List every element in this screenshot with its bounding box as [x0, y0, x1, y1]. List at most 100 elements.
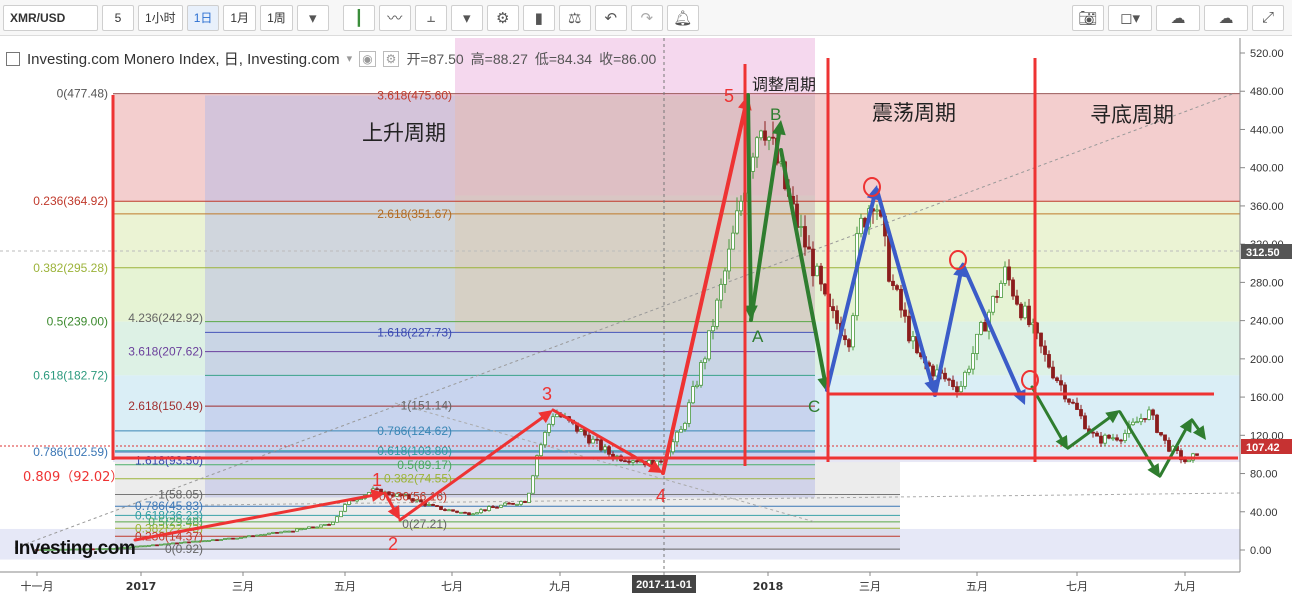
- candle-body: [691, 386, 695, 404]
- candle-body: [959, 385, 963, 393]
- x-tick-label-7: 2018: [753, 580, 784, 593]
- chevron-down-icon[interactable]: ▾: [296, 4, 329, 31]
- draw-dropdown-icon[interactable]: ▾: [450, 4, 483, 31]
- y-tick-label-9: 360.00: [1250, 201, 1284, 213]
- candle-body: [1011, 279, 1015, 297]
- alert-bell-icon[interactable]: 🔔︎: [666, 4, 699, 31]
- fullscreen-icon[interactable]: ⤢: [1252, 4, 1284, 31]
- candle-body: [259, 534, 263, 537]
- legend-dropdown-icon[interactable]: ▾: [347, 52, 353, 65]
- fib-small-label-2: 2.618(150.49): [128, 399, 203, 413]
- candle-body: [315, 526, 319, 529]
- candle-body: [135, 545, 139, 548]
- draw-tool-icon[interactable]: ⫠: [414, 4, 447, 31]
- investing-watermark: Investing.com: [14, 538, 136, 559]
- fib-mid-label-7: 0.382(74.55): [384, 472, 452, 486]
- candle-body: [631, 460, 635, 463]
- candle-body: [463, 511, 467, 514]
- candle-body: [955, 386, 959, 393]
- y-tick-label-10: 400.00: [1250, 163, 1284, 175]
- candle-body: [275, 531, 279, 534]
- candle-body: [675, 431, 679, 443]
- fib-left-label-2: 0.382(295.28): [33, 261, 108, 275]
- candle-body: [507, 502, 511, 505]
- candle-body: [1155, 414, 1159, 433]
- candle-body: [291, 530, 295, 533]
- candle-body: [503, 502, 507, 506]
- candle-body: [1195, 453, 1199, 456]
- compare-scale-icon[interactable]: ⚖: [558, 4, 591, 31]
- y-tick-label-2: 80.00: [1250, 469, 1278, 481]
- candle-body: [587, 434, 591, 444]
- color-picker-icon[interactable]: ◻▾: [1108, 4, 1152, 31]
- candle-body: [755, 137, 759, 158]
- candle-body: [279, 531, 283, 534]
- candle-body: [803, 226, 807, 248]
- redo-icon[interactable]: ↷: [630, 4, 663, 31]
- y-tick-label-4: 160.00: [1250, 392, 1284, 404]
- candle-body: [551, 416, 555, 425]
- candle-body: [911, 336, 915, 342]
- candle-body: [579, 429, 583, 432]
- interval-1h-button[interactable]: 1小时: [138, 4, 183, 31]
- candle-body: [967, 368, 971, 373]
- undo-icon[interactable]: ↶: [594, 4, 627, 31]
- interval-1w-button[interactable]: 1周: [260, 4, 293, 31]
- interval-1d-button[interactable]: 1日: [186, 4, 220, 31]
- fib-mid-label-4: 0.786(124.62): [377, 424, 452, 438]
- candle-body: [143, 545, 147, 548]
- fib-mid-label-1: 2.618(351.67): [377, 207, 452, 221]
- candle-body: [1099, 435, 1103, 444]
- chart-area[interactable]: 0(477.48) 0.236(364.92) 0.382(295.28) 0.5(2…: [0, 38, 1292, 596]
- candle-body: [763, 130, 767, 141]
- interval-1m-button[interactable]: 1月: [223, 4, 257, 31]
- cloud-download-icon[interactable]: ☁: [1156, 4, 1200, 31]
- legend-close: 收=86.00: [599, 50, 657, 67]
- fib-mid-label-5: 0.618(103.80): [377, 444, 452, 458]
- price-chart[interactable]: 0(477.48) 0.236(364.92) 0.382(295.28) 0.5(2…: [0, 38, 1292, 596]
- candle-body: [247, 535, 251, 538]
- y-tick-label-0: 0.00: [1250, 545, 1271, 557]
- candle-body: [511, 502, 515, 505]
- candle-body: [543, 432, 547, 446]
- candle-body: [479, 509, 483, 514]
- candle-body: [431, 504, 435, 506]
- wave-number-4: 4: [656, 486, 666, 506]
- indicator-line-icon[interactable]: 〰: [378, 4, 411, 31]
- studies-icon[interactable]: ▮: [522, 4, 555, 31]
- legend-eye-icon[interactable]: ◉: [359, 50, 376, 67]
- candle-body: [1027, 305, 1031, 326]
- candle-body: [1059, 380, 1063, 386]
- candle-body: [1043, 345, 1047, 355]
- legend-high: 高=88.27: [470, 50, 528, 67]
- cloud-upload-icon[interactable]: ☁: [1204, 4, 1248, 31]
- chart-toolbar: XMR/USD 5 1小时 1日 1月 1周 ▾ ┃ 〰 ⫠ ▾ ⚙ ▮ ⚖ ↶…: [0, 0, 1292, 36]
- candle-body: [735, 210, 739, 234]
- cycle-label-3: 寻底周期: [1090, 103, 1174, 127]
- candle-body: [523, 501, 527, 503]
- legend-low: 低=84.34: [534, 50, 593, 67]
- candle-body: [267, 532, 271, 535]
- candle-body: [703, 358, 707, 363]
- candle-body: [1151, 409, 1155, 416]
- candle-body: [451, 509, 455, 512]
- candle-body: [695, 384, 699, 387]
- candle-body: [447, 509, 451, 512]
- candles-icon[interactable]: ┃: [342, 4, 375, 31]
- interval-5-button[interactable]: 5: [102, 4, 134, 31]
- candle-body: [975, 333, 979, 354]
- fib-left-label-6: 0.809（92.02）: [23, 470, 123, 485]
- candle-body: [231, 537, 235, 540]
- candle-body: [1107, 434, 1111, 439]
- candle-body: [875, 209, 879, 212]
- candle-body: [1071, 401, 1075, 404]
- candle-body: [443, 509, 447, 511]
- settings-gear-icon[interactable]: ⚙: [486, 4, 519, 31]
- legend-settings-icon[interactable]: ⚙: [382, 50, 400, 67]
- candle-body: [1067, 398, 1071, 403]
- fib-left-label-4: 0.618(182.72): [33, 368, 108, 382]
- candle-body: [1079, 409, 1083, 417]
- candle-body: [243, 536, 247, 539]
- camera-icon[interactable]: 📷︎: [1072, 4, 1104, 31]
- symbol-input[interactable]: XMR/USD: [3, 4, 98, 31]
